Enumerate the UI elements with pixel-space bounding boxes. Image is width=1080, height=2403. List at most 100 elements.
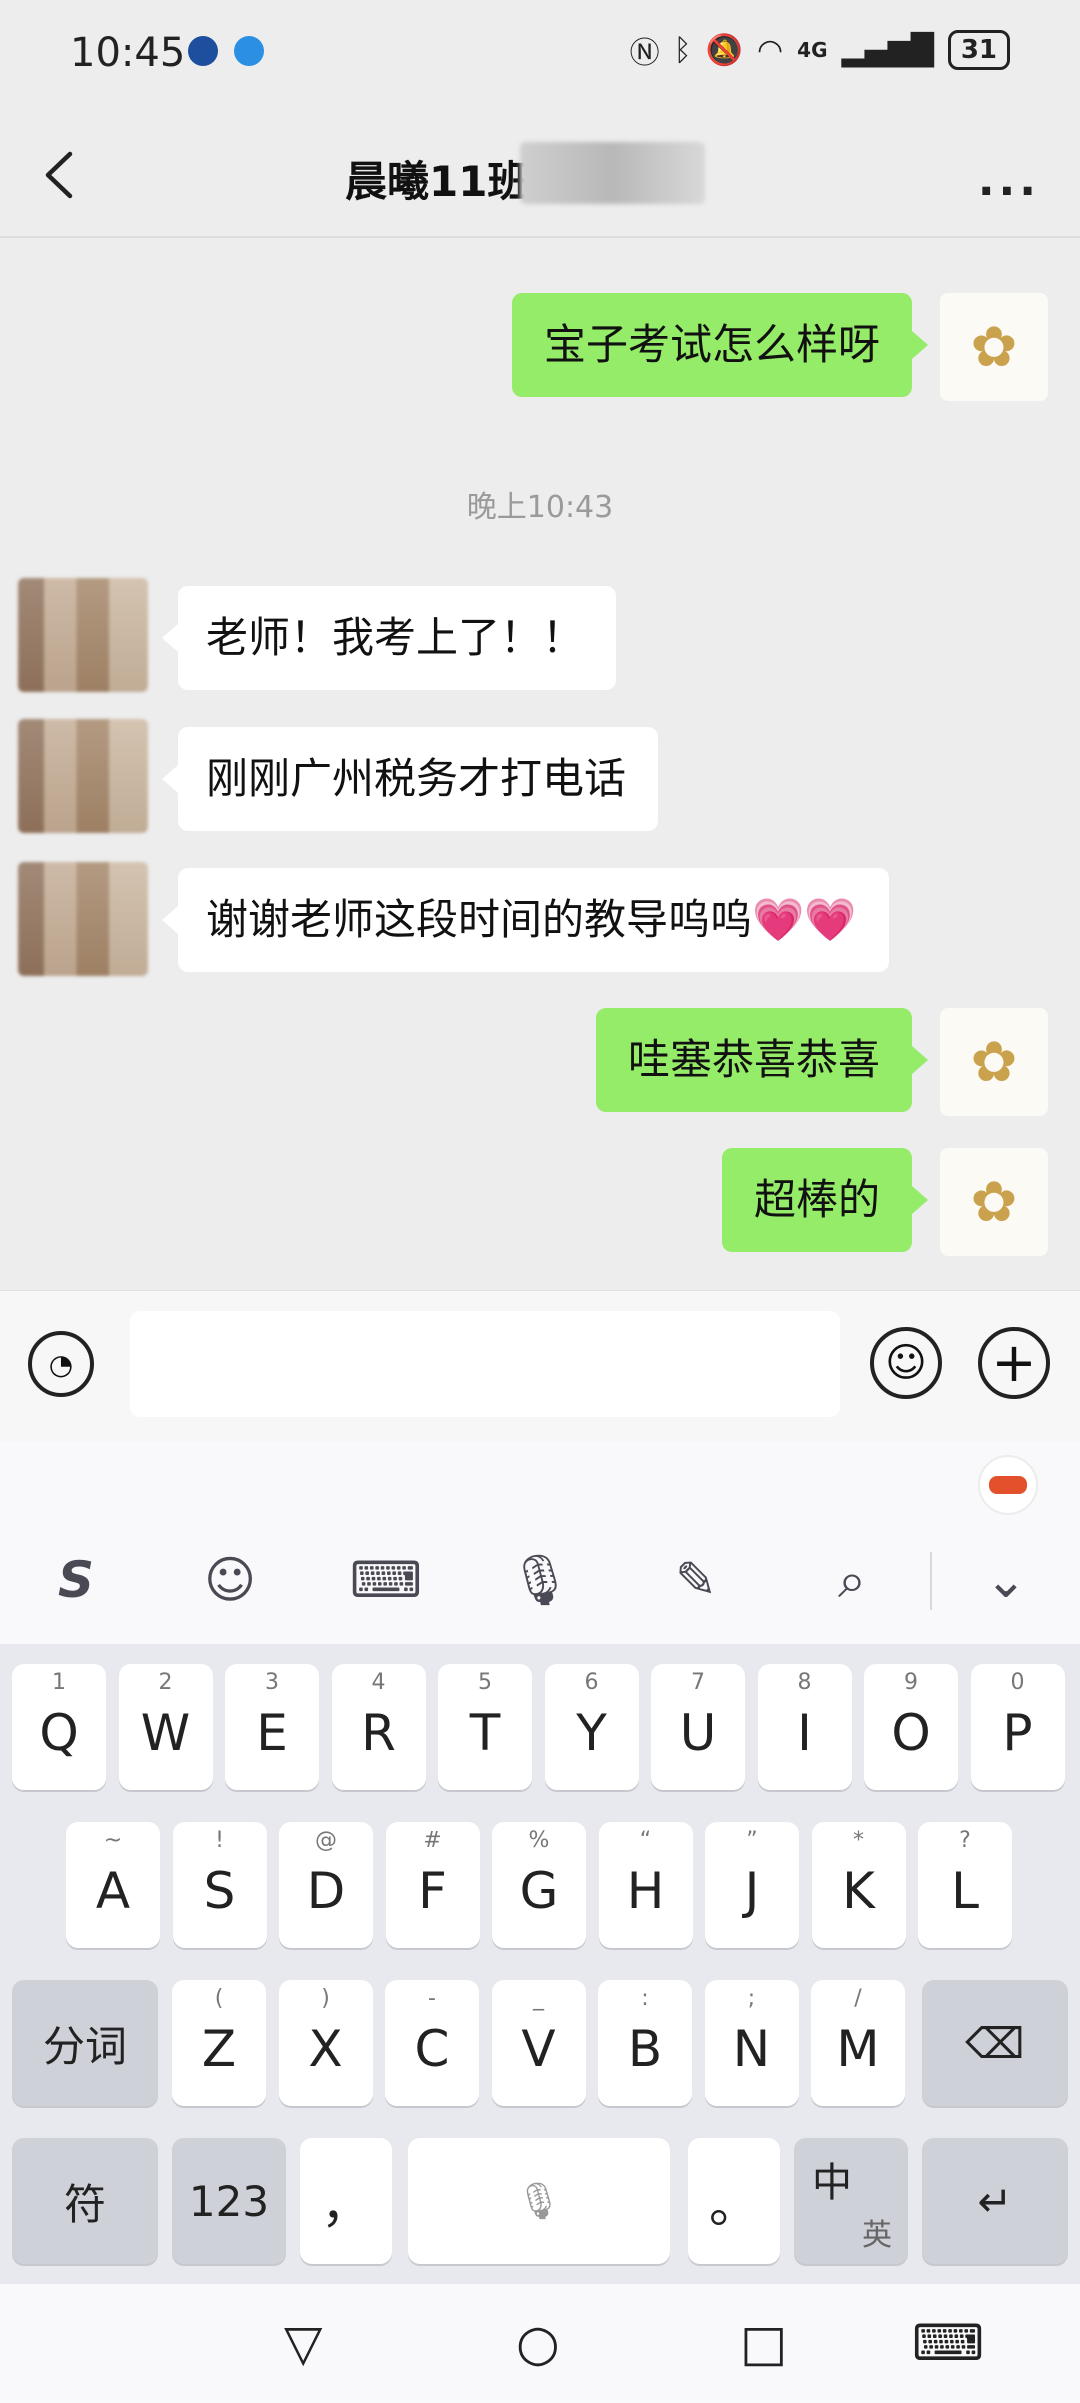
key-y[interactable]: 6Y [544,1664,639,1790]
key-hint: “ [639,1828,652,1853]
key-h[interactable]: “H [598,1822,693,1948]
microphone-icon[interactable]: 🎙 [500,1540,580,1620]
key-s[interactable]: ! S [172,1822,267,1948]
search-icon[interactable]: ⌕ [812,1540,892,1620]
key-m[interactable]: / M [811,1980,905,2106]
key-hint: 3 [265,1670,279,1695]
key-hint: 1 [52,1670,66,1695]
period-key[interactable]: 。 [688,2138,780,2264]
key-label: Q [39,1704,79,1762]
key-hint: _ [533,1986,544,2011]
backspace-key[interactable]: ⌫ [922,1980,1068,2106]
message-input[interactable] [130,1311,840,1417]
title-redacted [520,142,705,204]
key-label: M [836,2020,880,2078]
handwriting-icon[interactable]: ✎ [656,1540,736,1620]
key-label: Y [576,1704,607,1762]
key-label: O [891,1704,931,1762]
key-hint: 0 [1010,1670,1025,1695]
sogou-logo-icon[interactable]: S [36,1540,116,1620]
key-e[interactable]: 3E [225,1664,319,1790]
key-hint: / [854,1986,862,2011]
my-avatar-clover-icon[interactable]: ✿ [940,1008,1048,1116]
emoji-icon[interactable]: ☺ [870,1327,942,1399]
key-p[interactable]: 0P [970,1664,1065,1790]
key-t[interactable]: 5T [438,1664,532,1790]
comma-key[interactable]: ， [300,2138,392,2264]
key-f[interactable]: # F [385,1822,480,1948]
key-label: U [679,1704,717,1762]
key-a[interactable]: ~ A [66,1822,160,1948]
language-switch-key[interactable]: 中 英 [794,2138,908,2264]
my-avatar-clover-icon[interactable]: ✿ [940,293,1048,401]
key-d[interactable]: @ D [279,1822,373,1948]
voice-input-icon[interactable]: ◔ [28,1331,94,1397]
nfc-icon: Ⓝ [629,36,660,71]
message-bubble[interactable]: 超棒的 [721,1148,929,1252]
key-label: Z [201,2020,237,2078]
key-label: H [626,1862,665,1920]
back-icon[interactable] [40,150,80,200]
status-icons: Ⓝ ᛒ 🔕 ◠ 4G ▂▄▆█ 31 [630,28,1010,72]
sender-avatar[interactable] [18,578,148,692]
back-triangle-icon[interactable]: ▽ [284,2314,322,2372]
message-bubble[interactable]: 谢谢老师这段时间的教导呜呜💗💗 [162,868,889,972]
message-bubble[interactable]: 老师！我考上了！！ [161,586,617,690]
key-label: T [469,1704,501,1762]
message-bubble[interactable]: 宝子考试怎么样呀 [511,293,929,397]
message-bubble[interactable]: 哇塞恭喜恭喜 [595,1008,929,1112]
key-o[interactable]: 9O [864,1664,958,1790]
key-hint: ; [747,1986,756,2011]
emoji-icon[interactable]: ☺ [190,1540,270,1620]
number-key[interactable]: 123 [172,2138,286,2264]
key-c[interactable]: -C [385,1980,479,2106]
key-w[interactable]: 2W [118,1664,213,1790]
key-k[interactable]: * K [811,1822,906,1948]
my-avatar-clover-icon[interactable]: ✿ [940,1148,1048,1256]
key-hint: ) [321,1986,330,2011]
key-z[interactable]: (Z [172,1980,266,2106]
key-j[interactable]: ” J [705,1822,799,1948]
key-hint: 8 [797,1670,812,1695]
home-circle-icon[interactable]: ○ [516,2314,560,2372]
sender-avatar[interactable] [18,862,148,976]
key-v[interactable]: _ V [491,1980,586,2106]
key-label: B [627,2020,663,2078]
key-n[interactable]: ; N [704,1980,799,2106]
network-type: 4G [797,38,828,62]
segment-key[interactable]: 分词 [12,1980,158,2106]
space-key[interactable]: 🎙︎ [408,2138,670,2264]
sender-avatar[interactable] [18,719,148,833]
keyboard-switch-icon[interactable]: ⌨ [912,2314,984,2372]
collapse-chevron-down-icon[interactable]: ⌄ [966,1540,1046,1620]
message-bubble[interactable]: 刚刚广州税务才打电话 [161,727,659,831]
more-actions-plus-icon[interactable]: + [978,1327,1050,1399]
key-label: A [95,1862,131,1920]
keyboard-icon[interactable]: ⌨ [346,1540,426,1620]
key-r[interactable]: 4R [331,1664,426,1790]
key-hint: 6 [584,1670,599,1695]
key-hint: - [428,1986,436,2011]
header-divider [0,236,1080,238]
enter-key[interactable]: ↵ [922,2138,1068,2264]
key-label: F [418,1862,447,1920]
toolbar-divider [930,1552,932,1610]
key-label: W [140,1704,191,1762]
key-b[interactable]: :B [598,1980,692,2106]
key-l[interactable]: ? L [918,1822,1012,1948]
more-options-icon[interactable]: ··· [978,166,1040,217]
chat-header: 晨曦11班 ··· [0,110,1080,240]
key-q[interactable]: 1Q [12,1664,106,1790]
key-x[interactable]: ) X [278,1980,373,2106]
key-g[interactable]: % G [492,1822,586,1948]
key-hint: * [853,1828,864,1853]
recents-square-icon[interactable]: □ [740,2314,787,2372]
key-hint: 5 [478,1670,492,1695]
symbol-key[interactable]: 符 [12,2138,158,2264]
key-i[interactable]: 8I [757,1664,852,1790]
status-bar: 10:45 Ⓝ ᛒ 🔕 ◠ 4G ▂▄▆█ 31 [0,0,1080,110]
mute-icon: 🔕 [705,32,743,68]
keyboard-mascot-icon[interactable] [978,1455,1038,1515]
key-u[interactable]: 7U [651,1664,745,1790]
status-time: 10:45 [70,30,186,76]
